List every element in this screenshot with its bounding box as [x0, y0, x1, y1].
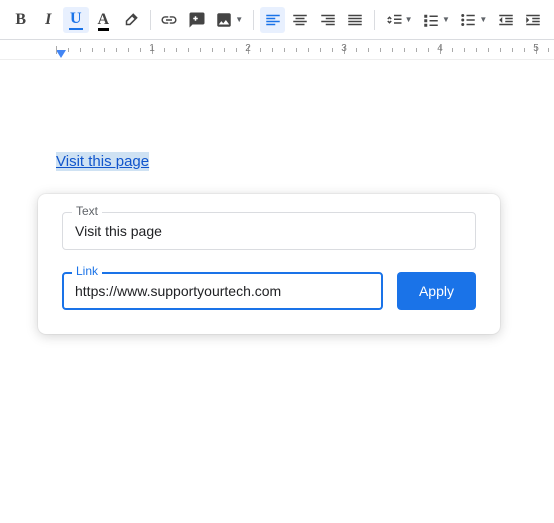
outdent-icon: [497, 11, 515, 29]
increase-indent-button[interactable]: [520, 7, 546, 33]
hyperlink-text[interactable]: Visit this page: [56, 152, 149, 171]
bold-label: B: [15, 11, 26, 29]
separator: [253, 10, 254, 30]
decrease-indent-button[interactable]: [493, 7, 519, 33]
ruler[interactable]: 12345: [0, 40, 554, 60]
italic-label: I: [45, 11, 51, 29]
align-center-button[interactable]: [287, 7, 313, 33]
text-color-label: A: [98, 11, 110, 29]
link-field-container: Link: [62, 272, 383, 310]
chevron-down-icon: ▼: [479, 15, 487, 24]
comment-icon: [188, 11, 206, 29]
text-input[interactable]: [62, 212, 476, 250]
highlight-button[interactable]: [118, 7, 144, 33]
bullet-list-icon: [459, 11, 477, 29]
indent-marker[interactable]: [56, 50, 66, 58]
indent-icon: [524, 11, 542, 29]
insert-link-dialog: Text Link Apply: [38, 194, 500, 334]
align-left-button[interactable]: [260, 7, 286, 33]
formatting-toolbar: B I U A ▼ ▼ ▼ ▼: [0, 0, 554, 40]
align-right-icon: [319, 11, 337, 29]
align-center-icon: [291, 11, 309, 29]
highlight-icon: [122, 11, 140, 29]
bold-button[interactable]: B: [8, 7, 34, 33]
link-icon: [160, 11, 178, 29]
image-icon: [215, 11, 233, 29]
apply-button[interactable]: Apply: [397, 272, 476, 310]
align-justify-icon: [346, 11, 364, 29]
text-field-label: Text: [72, 204, 102, 218]
separator: [150, 10, 151, 30]
chevron-down-icon: ▼: [405, 15, 413, 24]
italic-button[interactable]: I: [36, 7, 62, 33]
bulleted-list-button[interactable]: ▼: [456, 7, 491, 33]
add-comment-button[interactable]: [184, 7, 210, 33]
separator: [374, 10, 375, 30]
align-right-button[interactable]: [315, 7, 341, 33]
underline-label: U: [69, 10, 83, 30]
insert-image-button[interactable]: ▼: [212, 7, 247, 33]
insert-link-button[interactable]: [157, 7, 183, 33]
link-input[interactable]: [62, 272, 383, 310]
link-field-label: Link: [72, 264, 102, 278]
line-spacing-icon: [385, 11, 403, 29]
checklist-button[interactable]: ▼: [418, 7, 453, 33]
chevron-down-icon: ▼: [442, 15, 450, 24]
align-left-icon: [264, 11, 282, 29]
checklist-icon: [422, 11, 440, 29]
line-spacing-button[interactable]: ▼: [381, 7, 416, 33]
underline-button[interactable]: U: [63, 7, 89, 33]
text-color-button[interactable]: A: [91, 7, 117, 33]
align-justify-button[interactable]: [342, 7, 368, 33]
text-field-container: Text: [62, 212, 476, 250]
chevron-down-icon: ▼: [235, 15, 243, 24]
